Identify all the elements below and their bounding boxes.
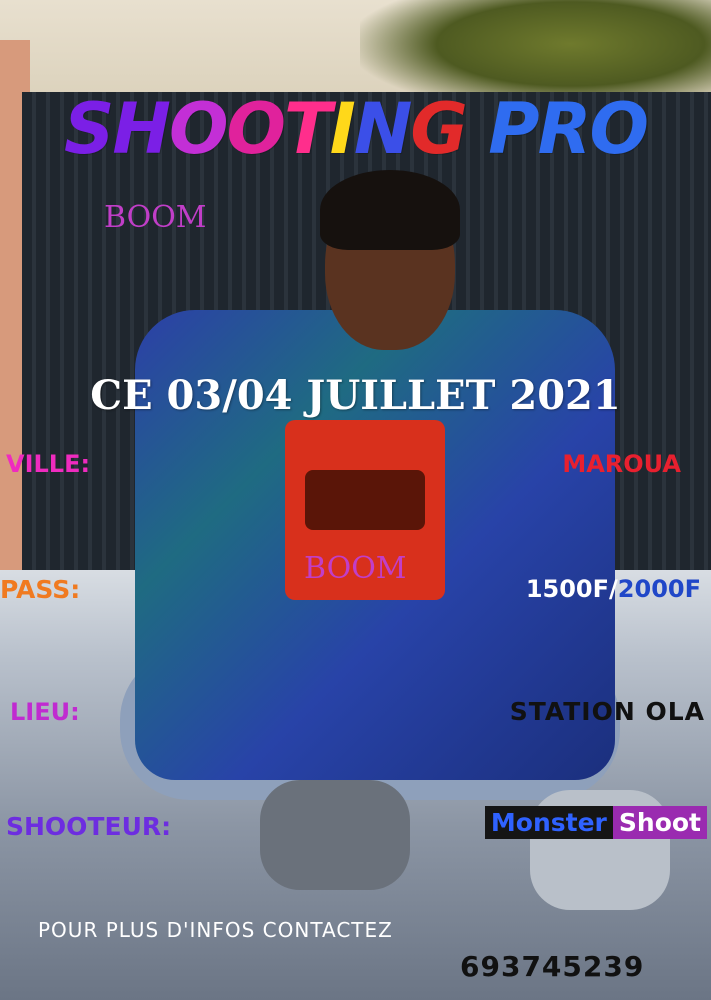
event-poster: SHOOTING PRO BOOM CE 03/04 JUILLET 2021 … xyxy=(0,0,711,1000)
title-letter: O xyxy=(226,88,286,170)
model-shoe-left xyxy=(260,780,410,890)
title-letter: R xyxy=(537,88,592,170)
lieu-label: LIEU: xyxy=(10,698,80,726)
model-hair xyxy=(320,170,460,250)
pass-price-2: 2000F xyxy=(617,575,701,603)
title-letter: O xyxy=(589,88,648,170)
ville-label: VILLE: xyxy=(6,450,91,478)
title-letter: O xyxy=(169,88,228,170)
poster-title: SHOOTING PRO xyxy=(0,88,711,170)
pass-price-1: 1500F/ xyxy=(525,575,618,603)
pass-value: 1500F/2000F xyxy=(526,575,701,603)
event-date: CE 03/04 JUILLET 2021 xyxy=(90,372,621,419)
shooteur-name-part2: Shoot xyxy=(612,806,707,839)
shooteur-name-part1: Monster xyxy=(484,806,613,839)
shirt-logo xyxy=(305,470,425,530)
lieu-value: STATION OLA xyxy=(509,697,705,726)
title-letter xyxy=(466,88,488,170)
boom-tag-mid: BOOM xyxy=(304,551,407,586)
ville-value: MAROUA xyxy=(562,450,681,478)
title-letter: S xyxy=(63,88,114,170)
contact-text: POUR PLUS D'INFOS CONTACTEZ xyxy=(38,918,393,942)
title-letter: P xyxy=(488,88,539,170)
title-letter: T xyxy=(284,88,332,170)
title-letter: G xyxy=(410,88,467,170)
title-letter: H xyxy=(112,88,171,170)
phone-number: 693745239 xyxy=(460,950,645,983)
shooteur-value: Monster Shoot xyxy=(484,806,707,839)
boom-tag-top: BOOM xyxy=(104,200,207,235)
shooteur-label: SHOOTEUR: xyxy=(6,812,172,841)
title-letter: N xyxy=(353,88,413,170)
pass-label: PASS: xyxy=(0,575,81,604)
title-letter: I xyxy=(329,88,356,170)
